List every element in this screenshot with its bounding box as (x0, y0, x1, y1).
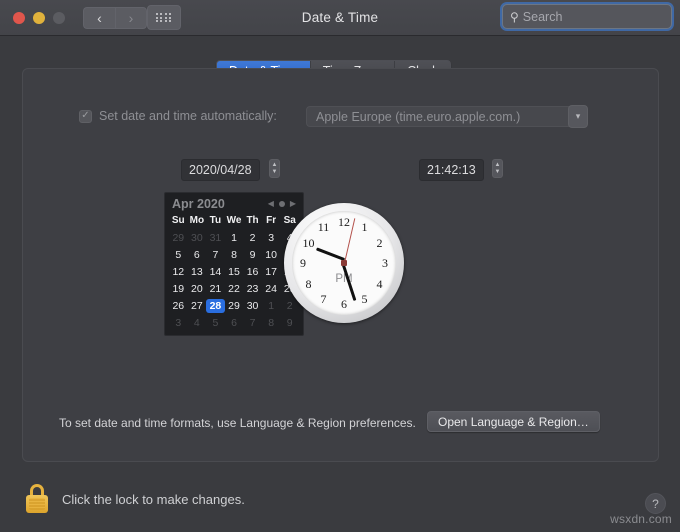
stepper-down-icon[interactable]: ▼ (272, 170, 278, 175)
calendar-day[interactable]: 31 (206, 231, 225, 245)
calendar-day[interactable]: 29 (169, 231, 188, 245)
clock-hour-numeral: 3 (377, 256, 393, 270)
calendar-day[interactable]: 8 (225, 248, 244, 262)
calendar-day[interactable]: 16 (243, 265, 262, 279)
time-server-value: Apple Europe (time.euro.apple.com.) (307, 110, 520, 124)
calendar-day-header: We (225, 214, 244, 228)
calendar-nav: ◀ ▶ (268, 200, 296, 208)
stepper-down-icon[interactable]: ▼ (495, 170, 501, 175)
date-stepper[interactable]: ▲ ▼ (269, 159, 280, 178)
calendar-day[interactable]: 7 (243, 316, 262, 330)
window-titlebar: ‹ › Date & Time ⚲ (0, 0, 680, 36)
calendar-day[interactable]: 3 (262, 231, 281, 245)
calendar-day-header: Su (169, 214, 188, 228)
calendar-day[interactable]: 30 (243, 299, 262, 313)
calendar-day[interactable]: 9 (280, 316, 299, 330)
calendar-day[interactable]: 19 (169, 282, 188, 296)
calendar-day[interactable]: 24 (262, 282, 281, 296)
calendar-day[interactable]: 20 (188, 282, 207, 296)
date-picker-calendar[interactable]: Apr 2020 ◀ ▶ SuMoTuWeThFrSa2930311234567… (164, 192, 304, 336)
calendar-prev-icon[interactable]: ◀ (268, 200, 274, 208)
calendar-day[interactable]: 6 (225, 316, 244, 330)
calendar-grid: SuMoTuWeThFrSa29303112345678910111213141… (169, 214, 299, 330)
help-button[interactable]: ? (645, 493, 666, 514)
clock-center-cap (341, 260, 347, 266)
calendar-day[interactable]: 22 (225, 282, 244, 296)
time-server-select[interactable]: Apple Europe (time.euro.apple.com.) (306, 106, 576, 127)
calendar-day[interactable]: 6 (188, 248, 207, 262)
search-icon: ⚲ (510, 10, 519, 24)
calendar-header: Apr 2020 ◀ ▶ (169, 196, 299, 214)
calendar-day-header: Th (243, 214, 262, 228)
calendar-day[interactable]: 4 (188, 316, 207, 330)
clock-hour-numeral: 12 (336, 215, 352, 229)
set-automatically-checkbox[interactable]: ✓ (79, 110, 92, 123)
lock-row[interactable]: Click the lock to make changes. (24, 484, 245, 514)
calendar-day[interactable]: 17 (262, 265, 281, 279)
calendar-day[interactable]: 12 (169, 265, 188, 279)
clock-face: PM 121234567891011 (292, 211, 396, 315)
chevron-down-icon: ▾ (576, 111, 581, 122)
calendar-day-header: Mo (188, 214, 207, 228)
calendar-day[interactable]: 1 (225, 231, 244, 245)
calendar-day[interactable]: 27 (188, 299, 207, 313)
clock-hour-numeral: 9 (295, 256, 311, 270)
calendar-day[interactable]: 7 (206, 248, 225, 262)
analog-clock: PM 121234567891011 (284, 203, 404, 323)
clock-hour-numeral: 7 (316, 292, 332, 306)
format-note-text: To set date and time formats, use Langua… (59, 416, 416, 430)
calendar-day[interactable]: 5 (206, 316, 225, 330)
calendar-day-header: Tu (206, 214, 225, 228)
calendar-today-dot-icon[interactable] (279, 201, 285, 207)
clock-hour-numeral: 4 (372, 277, 388, 291)
calendar-day-selected[interactable]: 28 (206, 299, 225, 313)
clock-hour-numeral: 2 (372, 236, 388, 250)
clock-hour-numeral: 5 (357, 292, 373, 306)
clock-hour-numeral: 8 (300, 277, 316, 291)
search-input[interactable] (521, 10, 672, 24)
date-time-preferences-window: ‹ › Date & Time ⚲ Date & Time Time Zone … (0, 0, 680, 532)
date-time-panel: ✓ Set date and time automatically: Apple… (22, 68, 659, 462)
calendar-next-icon[interactable]: ▶ (290, 200, 296, 208)
calendar-month-label: Apr 2020 (172, 197, 225, 211)
calendar-day[interactable]: 9 (243, 248, 262, 262)
calendar-day[interactable]: 29 (225, 299, 244, 313)
clock-hour-numeral: 1 (357, 220, 373, 234)
time-input[interactable]: 21:42:13 (419, 159, 484, 181)
stepper-up-icon[interactable]: ▲ (495, 163, 501, 168)
set-automatically-row[interactable]: ✓ Set date and time automatically: (79, 109, 277, 123)
clock-hour-numeral: 11 (316, 220, 332, 234)
calendar-day[interactable]: 26 (169, 299, 188, 313)
date-input[interactable]: 2020/04/28 (181, 159, 260, 181)
checkmark-icon: ✓ (81, 111, 89, 121)
time-server-dropdown-button[interactable]: ▾ (568, 105, 588, 128)
time-stepper[interactable]: ▲ ▼ (492, 159, 503, 178)
lock-hint-label: Click the lock to make changes. (62, 492, 245, 507)
open-language-region-button[interactable]: Open Language & Region… (427, 411, 600, 432)
watermark-text: wsxdn.com (610, 512, 672, 526)
set-automatically-label: Set date and time automatically: (99, 109, 277, 123)
calendar-day[interactable]: 2 (280, 299, 299, 313)
search-field[interactable]: ⚲ (502, 4, 672, 29)
calendar-day[interactable]: 3 (169, 316, 188, 330)
calendar-day[interactable]: 30 (188, 231, 207, 245)
calendar-day[interactable]: 15 (225, 265, 244, 279)
clock-hour-numeral: 6 (336, 297, 352, 311)
clock-hour-numeral: 10 (300, 236, 316, 250)
calendar-day[interactable]: 21 (206, 282, 225, 296)
calendar-day[interactable]: 8 (262, 316, 281, 330)
closed-lock-icon[interactable] (24, 484, 50, 514)
calendar-day[interactable]: 1 (262, 299, 281, 313)
calendar-day[interactable]: 14 (206, 265, 225, 279)
calendar-day-header: Fr (262, 214, 281, 228)
calendar-day[interactable]: 5 (169, 248, 188, 262)
calendar-day[interactable]: 23 (243, 282, 262, 296)
calendar-day[interactable]: 13 (188, 265, 207, 279)
calendar-day[interactable]: 2 (243, 231, 262, 245)
calendar-day[interactable]: 10 (262, 248, 281, 262)
stepper-up-icon[interactable]: ▲ (272, 163, 278, 168)
